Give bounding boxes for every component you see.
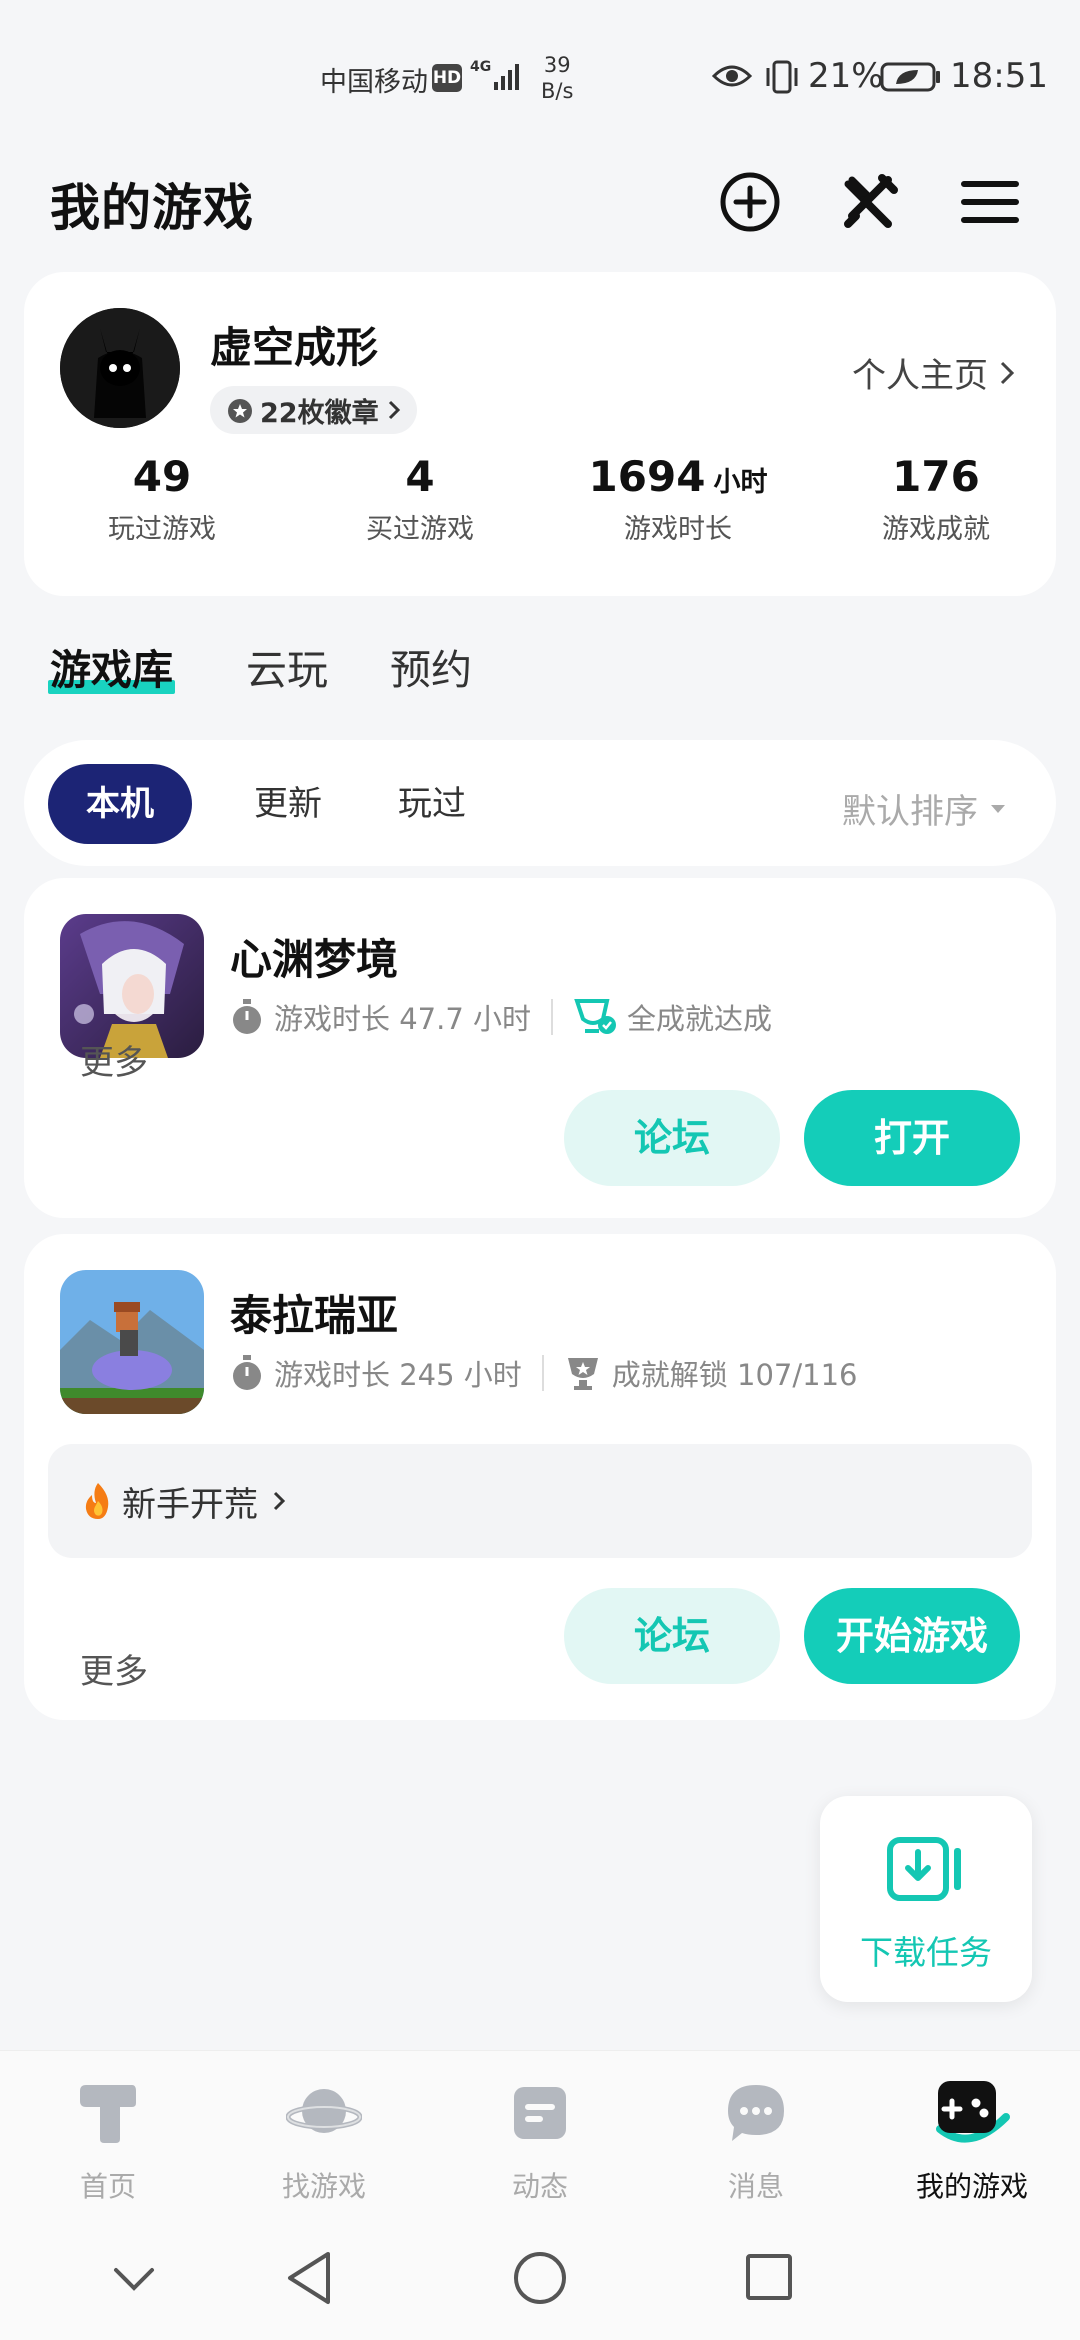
nav-messages[interactable]: 消息 — [648, 2073, 864, 2205]
badge-count: 22枚徽章 — [260, 397, 379, 429]
menu-icon[interactable] — [958, 170, 1022, 234]
carrier-label: 中国移动 — [320, 67, 428, 98]
game-icon — [60, 1270, 204, 1414]
game-meta: 游戏时长 47.7 小时 全成就达成 — [230, 996, 772, 1038]
status-bar: 中国移动 HD 4G 39 B/s 21% 18:51 — [0, 0, 1080, 140]
add-circle-icon[interactable] — [718, 170, 782, 234]
filter-updates[interactable]: 更新 — [228, 764, 348, 844]
battery-percent: 21% — [808, 56, 884, 96]
game-card[interactable]: 泰拉瑞亚 游戏时长 245 小时 成就解锁 107/116 新手开荒 更多 论坛… — [24, 1234, 1056, 1720]
more-link[interactable]: 更多 — [80, 1644, 148, 1693]
network-type: 4G — [470, 59, 492, 75]
sort-dropdown[interactable]: 默认排序 — [842, 784, 1006, 833]
chevron-right-icon — [1000, 361, 1015, 384]
meta-divider — [541, 1355, 544, 1391]
battery-icon — [880, 62, 940, 92]
badge-chip[interactable]: 22枚徽章 — [210, 386, 417, 434]
game-card[interactable]: 心渊梦境 游戏时长 47.7 小时 全成就达成 更多 论坛 打开 — [24, 878, 1056, 1218]
game-meta: 游戏时长 245 小时 成就解锁 107/116 — [230, 1352, 858, 1394]
tab-reservation[interactable]: 预约 — [390, 636, 472, 696]
chevron-right-icon — [388, 400, 400, 420]
download-icon — [887, 1837, 961, 1901]
chevron-down-icon[interactable] — [112, 2264, 156, 2294]
caret-down-icon — [991, 804, 1005, 813]
achievement-status: 全成就达成 — [627, 1002, 773, 1036]
medal-icon — [228, 399, 252, 423]
filter-local[interactable]: 本机 — [48, 764, 192, 844]
hd-badge: HD — [432, 64, 462, 92]
message-icon — [728, 2085, 784, 2141]
fire-icon — [85, 1483, 109, 1519]
stopwatch-icon — [230, 1355, 264, 1391]
eye-icon — [712, 65, 752, 87]
stat-playtime[interactable]: 1694 小时 游戏时长 — [558, 452, 798, 546]
meta-divider — [551, 999, 554, 1035]
forum-button[interactable]: 论坛 — [564, 1090, 780, 1186]
stat-achievements[interactable]: 176 游戏成就 — [816, 452, 1056, 546]
home-icon — [80, 2085, 136, 2143]
nav-home[interactable]: 首页 — [0, 2073, 216, 2205]
download-tasks-label: 下载任务 — [860, 1933, 992, 1972]
home-button-icon[interactable] — [512, 2250, 568, 2306]
homepage-link[interactable]: 个人主页 — [852, 348, 1016, 397]
signal-icon — [494, 64, 519, 90]
nav-feed[interactable]: 动态 — [432, 2073, 648, 2205]
net-speed: 39 B/s — [541, 53, 574, 103]
achievement-progress: 成就解锁 107/116 — [611, 1358, 858, 1392]
tab-cloud-play[interactable]: 云玩 — [246, 636, 328, 696]
stat-played[interactable]: 49 玩过游戏 — [42, 452, 282, 546]
avatar[interactable] — [60, 308, 180, 428]
open-game-button[interactable]: 打开 — [804, 1090, 1020, 1186]
gamepad-icon — [936, 2081, 1010, 2143]
bottom-nav: 首页 找游戏 动态 消息 我的游戏 — [0, 2050, 1080, 2220]
filter-bar: 本机 更新 玩过 默认排序 — [24, 740, 1056, 866]
tab-library[interactable]: 游戏库 — [48, 636, 175, 696]
guide-tip-label: 新手开荒 — [122, 1484, 258, 1525]
chevron-right-icon — [273, 1491, 286, 1511]
trophy-icon — [564, 1354, 602, 1392]
more-link[interactable]: 更多 — [80, 1035, 148, 1084]
nav-discover[interactable]: 找游戏 — [216, 2073, 432, 2205]
game-name: 泰拉瑞亚 — [230, 1291, 399, 1340]
profile-card: 虚空成形 22枚徽章 个人主页 49 玩过游戏 4 买过游戏 1694 小时 游戏… — [24, 272, 1056, 596]
download-tasks-button[interactable]: 下载任务 — [820, 1796, 1032, 2002]
feed-icon — [514, 2087, 566, 2139]
back-icon[interactable] — [284, 2250, 334, 2306]
start-game-button[interactable]: 开始游戏 — [804, 1588, 1020, 1684]
page-title: 我的游戏 — [50, 179, 254, 237]
forum-button[interactable]: 论坛 — [564, 1588, 780, 1684]
system-nav-bar — [0, 2220, 1080, 2340]
avatar-silhouette-icon — [60, 308, 180, 428]
game-art-icon — [60, 1270, 204, 1414]
playtime: 游戏时长 245 小时 — [274, 1358, 522, 1392]
filter-played[interactable]: 玩过 — [372, 764, 492, 844]
tools-icon[interactable] — [838, 170, 902, 234]
sort-label: 默认排序 — [842, 792, 978, 832]
stat-bought[interactable]: 4 买过游戏 — [300, 452, 540, 546]
homepage-label: 个人主页 — [852, 356, 988, 396]
guide-tip[interactable]: 新手开荒 — [48, 1444, 1032, 1558]
trophy-complete-icon — [573, 997, 617, 1037]
nav-my-games[interactable]: 我的游戏 — [864, 2073, 1080, 2205]
clock: 18:51 — [950, 56, 1048, 96]
username: 虚空成形 — [210, 323, 379, 372]
recents-icon[interactable] — [744, 2252, 794, 2302]
planet-icon — [286, 2089, 362, 2133]
vibrate-icon — [766, 60, 798, 94]
game-name: 心渊梦境 — [230, 935, 399, 984]
playtime: 游戏时长 47.7 小时 — [274, 1002, 532, 1036]
stopwatch-icon — [230, 999, 264, 1035]
